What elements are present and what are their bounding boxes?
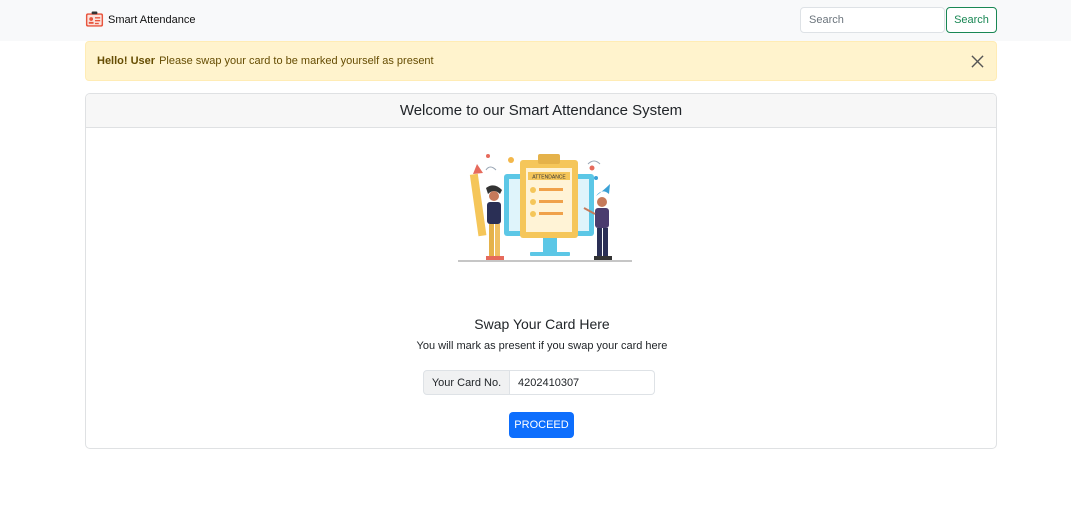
card-number-label: Your Card No. bbox=[423, 370, 510, 395]
id-card-icon bbox=[85, 11, 104, 27]
search-input[interactable] bbox=[800, 7, 945, 33]
proceed-button[interactable]: PROCEED bbox=[509, 412, 574, 438]
brand-label: Smart Attendance bbox=[108, 14, 196, 26]
card-subtitle: You will mark as present if you swap you… bbox=[416, 340, 668, 352]
card-number-input[interactable] bbox=[510, 370, 655, 395]
card-header: Welcome to our Smart Attendance System bbox=[86, 94, 996, 128]
close-icon[interactable] bbox=[971, 55, 984, 68]
alert-message: Please swap your card to be marked yours… bbox=[159, 55, 434, 67]
illustration-label: ATTENDANCE bbox=[532, 175, 566, 181]
navbar-brand[interactable]: Smart Attendance bbox=[85, 11, 195, 29]
search-button[interactable]: Search bbox=[946, 7, 997, 33]
card-number-group: Your Card No. bbox=[423, 370, 655, 395]
alert-banner: Hello! User Please swap your card to be … bbox=[85, 41, 997, 81]
card-title: Swap Your Card Here bbox=[474, 316, 610, 332]
attendance-illustration: ATTENDANCE bbox=[458, 154, 632, 262]
attendance-card: Welcome to our Smart Attendance System A… bbox=[85, 93, 997, 449]
navbar: Smart Attendance Search bbox=[0, 0, 1071, 41]
alert-greeting: Hello! User bbox=[97, 55, 156, 67]
